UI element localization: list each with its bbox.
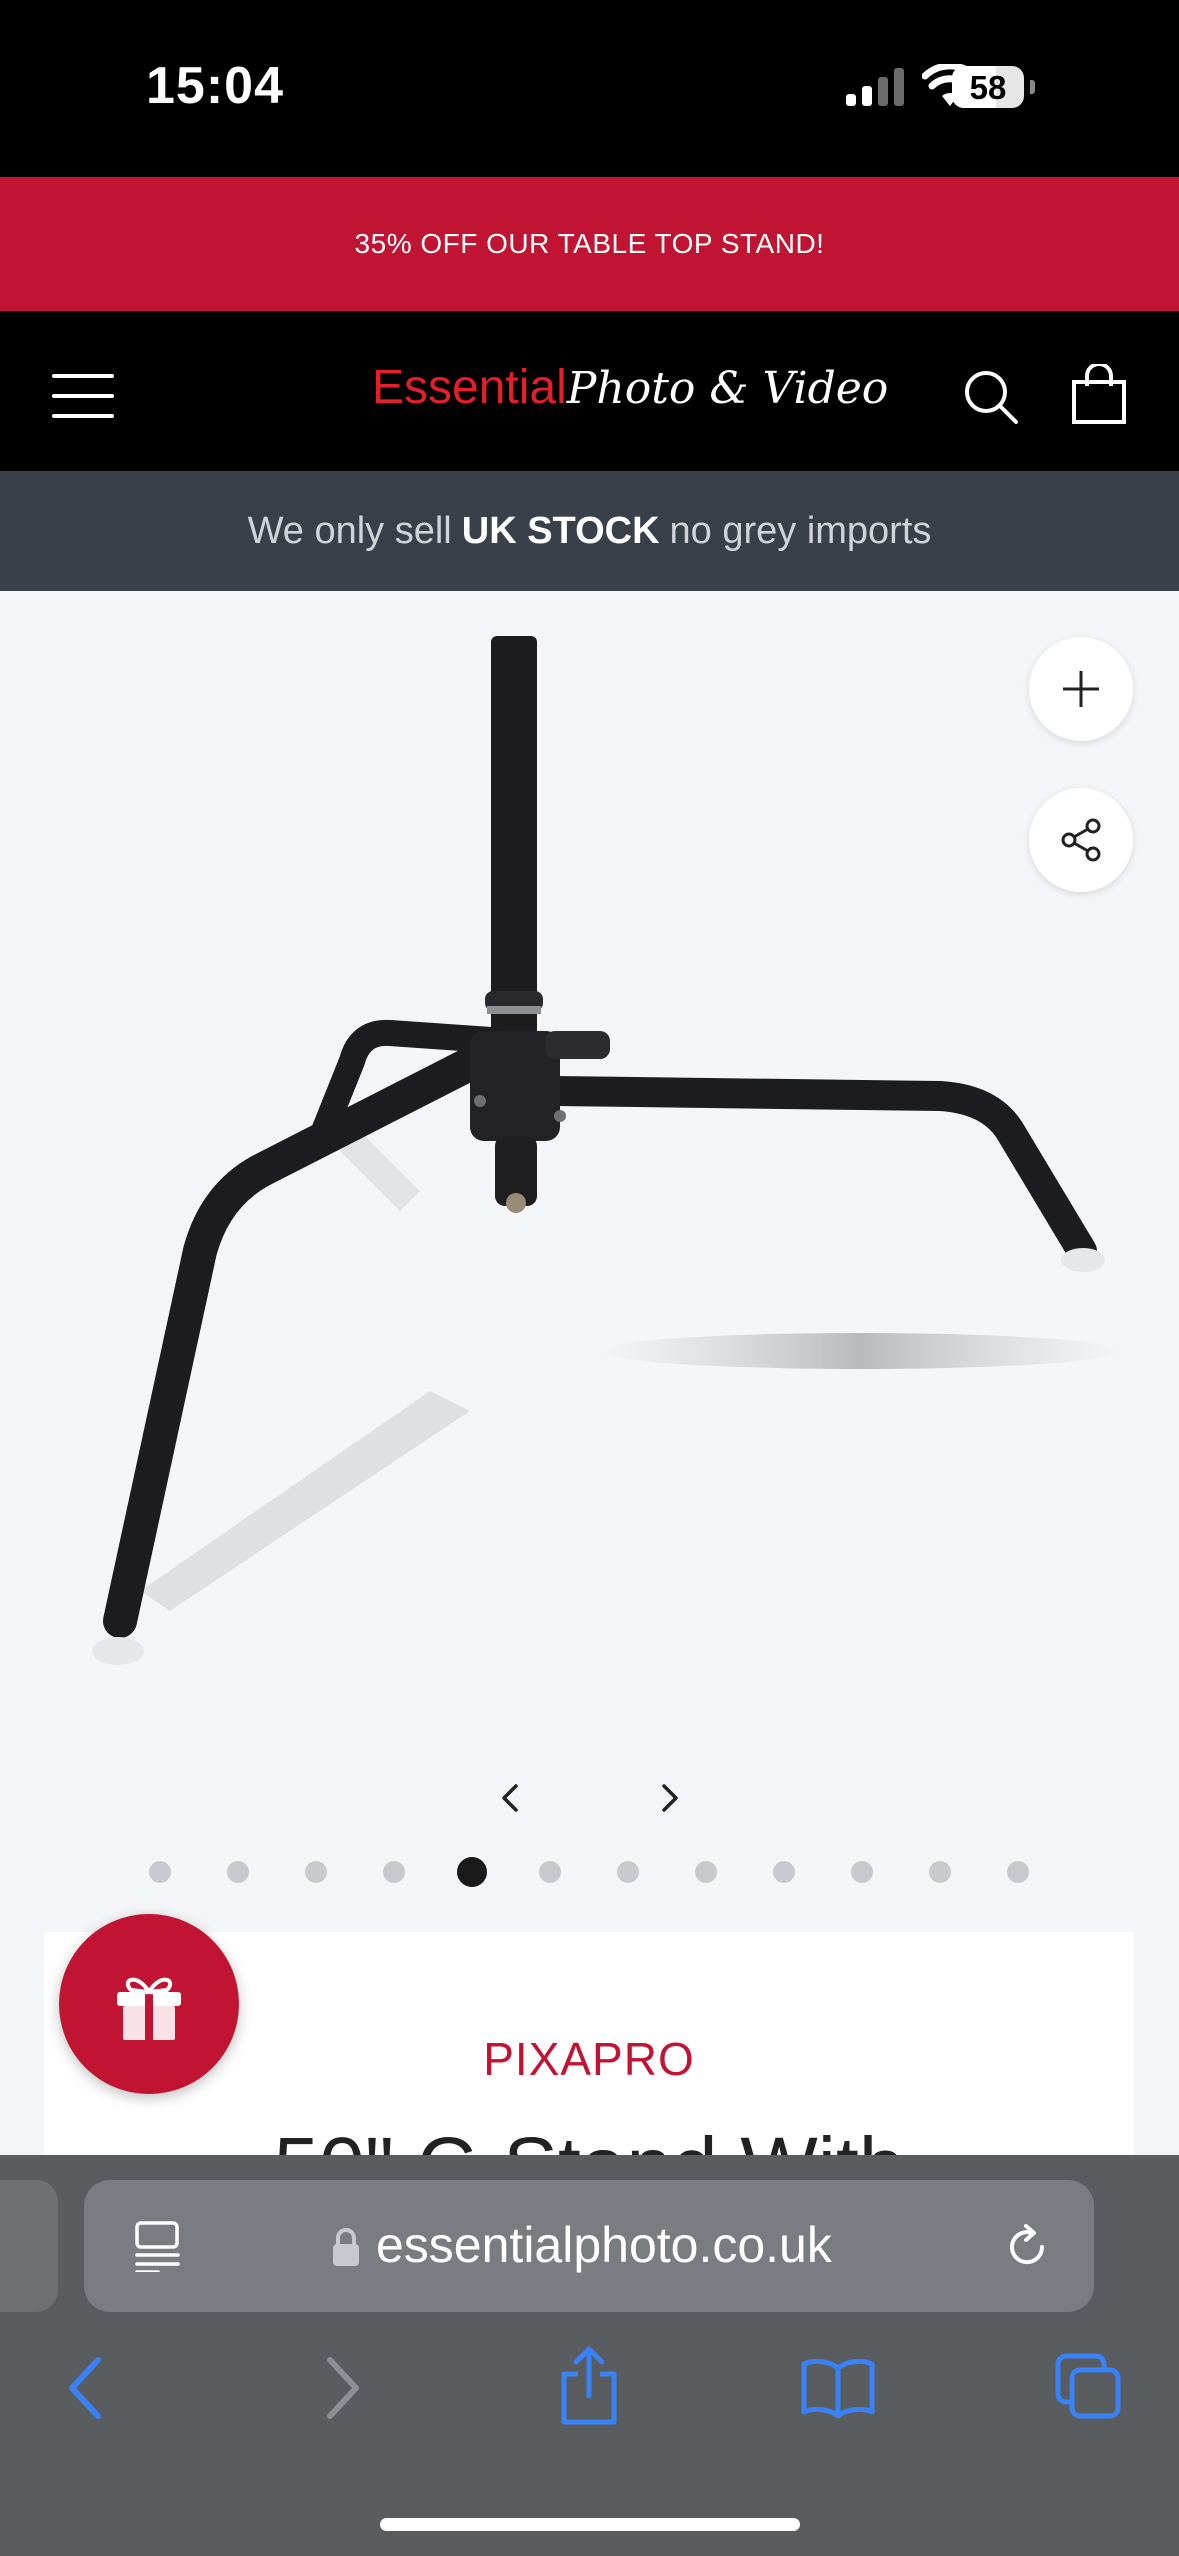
battery-cap (1030, 80, 1035, 94)
battery-level: 58 (969, 69, 1007, 106)
lock-icon (333, 2228, 359, 2266)
gallery-dot[interactable] (851, 1861, 873, 1883)
gallery-dot[interactable] (773, 1861, 795, 1883)
logo-photo-video: Photo & Video (566, 363, 889, 414)
stock-suffix: no grey imports (669, 509, 932, 552)
cellular-signal-icon (846, 66, 906, 106)
url-text[interactable]: essentialphoto.co.uk (376, 2216, 832, 2274)
gallery-dot[interactable] (929, 1861, 951, 1883)
gallery-dot[interactable] (695, 1861, 717, 1883)
stock-highlight: UK STOCK (461, 509, 660, 552)
reader-mode-icon[interactable] (134, 2220, 184, 2272)
product-image[interactable] (0, 591, 1179, 1771)
gallery-dot[interactable] (539, 1861, 561, 1883)
gallery-dot[interactable] (383, 1861, 405, 1883)
home-indicator (380, 2518, 800, 2531)
bookmarks-icon[interactable] (800, 2356, 876, 2418)
gallery-dot-active[interactable] (457, 1857, 487, 1887)
logo-essential: Essential (372, 361, 567, 414)
gallery-dot[interactable] (1007, 1861, 1029, 1883)
promo-banner[interactable]: 35% OFF OUR TABLE TOP STAND! (0, 177, 1179, 311)
share-button[interactable] (1029, 788, 1133, 892)
battery-icon: 58 (952, 66, 1024, 108)
chevron-right-icon[interactable] (652, 1780, 688, 1816)
previous-tab-peek[interactable] (0, 2180, 58, 2312)
chevron-left-icon[interactable] (492, 1780, 528, 1816)
forward-icon (327, 2357, 359, 2419)
site-logo[interactable]: EssentialPhoto & Video (372, 360, 888, 430)
stock-prefix: We only sell (247, 509, 452, 552)
gift-icon (117, 1977, 181, 2040)
reload-icon[interactable] (1002, 2222, 1052, 2272)
back-icon[interactable] (66, 2356, 106, 2420)
share-sheet-icon[interactable] (556, 2344, 622, 2426)
menu-icon[interactable] (52, 372, 114, 420)
gallery-dot[interactable] (149, 1861, 171, 1883)
shopping-bag-icon[interactable] (1070, 364, 1128, 426)
search-icon[interactable] (962, 368, 1020, 426)
status-time: 15:04 (146, 57, 284, 115)
gift-button[interactable] (59, 1914, 239, 2094)
tabs-icon[interactable] (1054, 2352, 1124, 2422)
zoom-button[interactable] (1029, 637, 1133, 741)
plus-icon (1063, 671, 1099, 707)
gallery-dot[interactable] (227, 1861, 249, 1883)
gallery-dot[interactable] (305, 1861, 327, 1883)
gallery-dot[interactable] (617, 1861, 639, 1883)
share-icon (1061, 818, 1101, 862)
uk-stock-bar: We only sell UK STOCK no grey imports (0, 471, 1179, 591)
